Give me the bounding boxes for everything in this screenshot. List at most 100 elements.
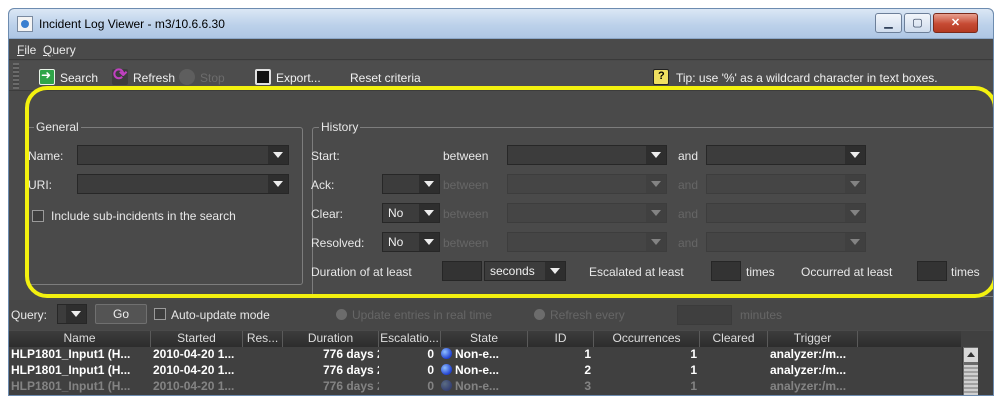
- realtime-label: Update entries in real time: [352, 308, 493, 322]
- cell-started: 2010-04-20 1...: [153, 363, 235, 377]
- start-to-combobox[interactable]: [706, 145, 866, 165]
- toolbar-grip[interactable]: [13, 63, 19, 89]
- clear-label: Clear:: [311, 207, 344, 221]
- scroll-up-icon[interactable]: [964, 348, 978, 362]
- ack-to-combobox: [706, 174, 866, 194]
- occurred-input[interactable]: [917, 261, 947, 281]
- cell-state-text: Non-e...: [455, 363, 499, 377]
- cell-escalation: 0: [427, 379, 434, 393]
- chevron-down-icon[interactable]: [419, 204, 439, 222]
- general-group-title: General: [34, 120, 81, 134]
- resolved-to-combobox: [706, 232, 866, 252]
- duration-unit-value: seconds: [490, 264, 535, 278]
- search-button[interactable]: Search: [60, 71, 98, 85]
- search-icon[interactable]: [39, 68, 55, 85]
- refresh-button[interactable]: Refresh: [133, 71, 175, 85]
- cell-duration: 776 days 2...: [323, 363, 379, 377]
- export-button[interactable]: Export...: [276, 71, 321, 85]
- table-row[interactable]: HLP1801_Input1 (H... 2010-04-20 1... 776…: [9, 363, 961, 379]
- escalated-input[interactable]: [711, 261, 741, 281]
- ack-combobox[interactable]: [382, 174, 440, 194]
- chevron-down-icon[interactable]: [268, 146, 288, 164]
- menu-bar: File Query: [9, 40, 993, 60]
- auto-update-label[interactable]: Auto-update mode: [171, 308, 270, 322]
- uri-combobox[interactable]: [77, 174, 289, 194]
- start-and-label: and: [678, 149, 699, 163]
- chevron-down-icon[interactable]: [268, 175, 288, 193]
- incident-log-viewer-window: Incident Log Viewer - m3/10.6.6.30 ▁ ▢ ✕…: [8, 8, 994, 396]
- query-combobox[interactable]: [57, 304, 87, 324]
- chevron-down-icon[interactable]: [545, 262, 565, 280]
- table-header: Name Started Res... Duration Escalatio..…: [9, 331, 961, 347]
- incident-table: Name Started Res... Duration Escalatio..…: [9, 331, 993, 395]
- cell-occurrences: 1: [690, 379, 697, 393]
- escalated-times-label: times: [746, 265, 775, 279]
- start-label: Start:: [311, 149, 340, 163]
- column-header-id[interactable]: ID: [528, 331, 594, 347]
- resolved-combobox[interactable]: No: [382, 232, 440, 252]
- column-header-escalation[interactable]: Escalatio...: [379, 331, 441, 347]
- cell-started: 2010-04-20 1...: [153, 379, 235, 393]
- state-indicator-icon: [441, 364, 452, 375]
- go-button[interactable]: Go: [95, 304, 147, 324]
- column-header-resolved[interactable]: Res...: [243, 331, 283, 347]
- chevron-down-icon[interactable]: [646, 146, 666, 164]
- name-combobox[interactable]: [77, 145, 289, 165]
- cell-name: HLP1801_Input1 (H...: [11, 363, 131, 377]
- table-row[interactable]: HLP1801_Input1 (H... 2010-04-20 1... 776…: [9, 347, 961, 363]
- cell-id: 1: [584, 347, 591, 361]
- realtime-radio: [336, 309, 347, 320]
- maximize-button[interactable]: ▢: [904, 13, 931, 33]
- duration-input[interactable]: [442, 261, 482, 281]
- cell-escalation: 0: [427, 363, 434, 377]
- start-from-combobox[interactable]: [507, 145, 667, 165]
- occurred-times-label: times: [951, 265, 980, 279]
- scroll-thumb[interactable]: [964, 365, 978, 395]
- cell-state: Non-e...: [441, 379, 528, 395]
- chevron-down-icon[interactable]: [419, 233, 439, 251]
- chevron-down-icon[interactable]: [66, 305, 86, 323]
- column-header-trigger[interactable]: Trigger: [768, 331, 858, 347]
- menu-query[interactable]: Query: [43, 43, 76, 57]
- resolved-and-label: and: [678, 236, 699, 250]
- resolved-value: No: [388, 235, 404, 249]
- reset-criteria-button[interactable]: Reset criteria: [350, 71, 421, 85]
- menu-file[interactable]: File: [17, 43, 36, 57]
- cell-trigger: analyzer:/m...: [770, 363, 847, 377]
- ack-between-label: between: [443, 178, 489, 192]
- cell-started: 2010-04-20 1...: [153, 347, 235, 361]
- save-icon[interactable]: [255, 69, 271, 85]
- tip-icon: [653, 69, 669, 85]
- clear-combobox[interactable]: No: [382, 203, 440, 223]
- table-scrollbar[interactable]: [962, 347, 978, 395]
- column-header-started[interactable]: Started: [151, 331, 243, 347]
- chevron-down-icon[interactable]: [845, 146, 865, 164]
- column-header-name[interactable]: Name: [9, 331, 151, 347]
- cell-occurrences: 1: [690, 347, 697, 361]
- cell-duration: 776 days 2...: [323, 379, 379, 393]
- minutes-label: minutes: [740, 308, 783, 322]
- include-sub-incidents-checkbox[interactable]: [32, 210, 44, 222]
- minimize-button[interactable]: ▁: [875, 13, 902, 33]
- duration-unit-combobox[interactable]: seconds: [484, 261, 566, 281]
- column-header-state[interactable]: State: [441, 331, 528, 347]
- clear-to-combobox: [706, 203, 866, 223]
- title-bar[interactable]: Incident Log Viewer - m3/10.6.6.30 ▁ ▢ ✕: [9, 9, 993, 39]
- cell-name: HLP1801_Input1 (H...: [11, 347, 131, 361]
- table-row[interactable]: HLP1801_Input1 (H... 2010-04-20 1... 776…: [9, 379, 961, 395]
- auto-update-checkbox[interactable]: [154, 308, 166, 320]
- clear-between-label: between: [443, 207, 489, 221]
- refresh-icon[interactable]: [112, 65, 128, 85]
- close-button[interactable]: ✕: [933, 13, 978, 33]
- column-header-duration[interactable]: Duration: [283, 331, 379, 347]
- query-label: Query:: [11, 308, 48, 322]
- query-bar: Query: Go Auto-update mode Update entrie…: [9, 300, 993, 330]
- clear-value: No: [388, 206, 404, 220]
- column-header-cleared[interactable]: Cleared: [700, 331, 768, 347]
- escalated-label: Escalated at least: [589, 265, 684, 279]
- column-header-occurrences[interactable]: Occurrences: [594, 331, 700, 347]
- include-sub-incidents-label[interactable]: Include sub-incidents in the search: [51, 209, 236, 223]
- cell-trigger: analyzer:/m...: [770, 379, 847, 393]
- app-icon: [17, 16, 33, 32]
- chevron-down-icon[interactable]: [419, 175, 439, 193]
